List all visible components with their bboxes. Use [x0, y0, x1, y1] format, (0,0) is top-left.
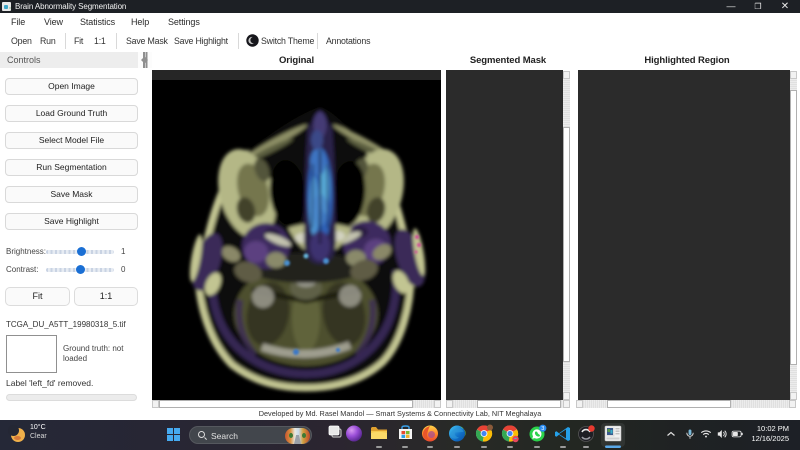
- svg-text:3: 3: [541, 426, 544, 432]
